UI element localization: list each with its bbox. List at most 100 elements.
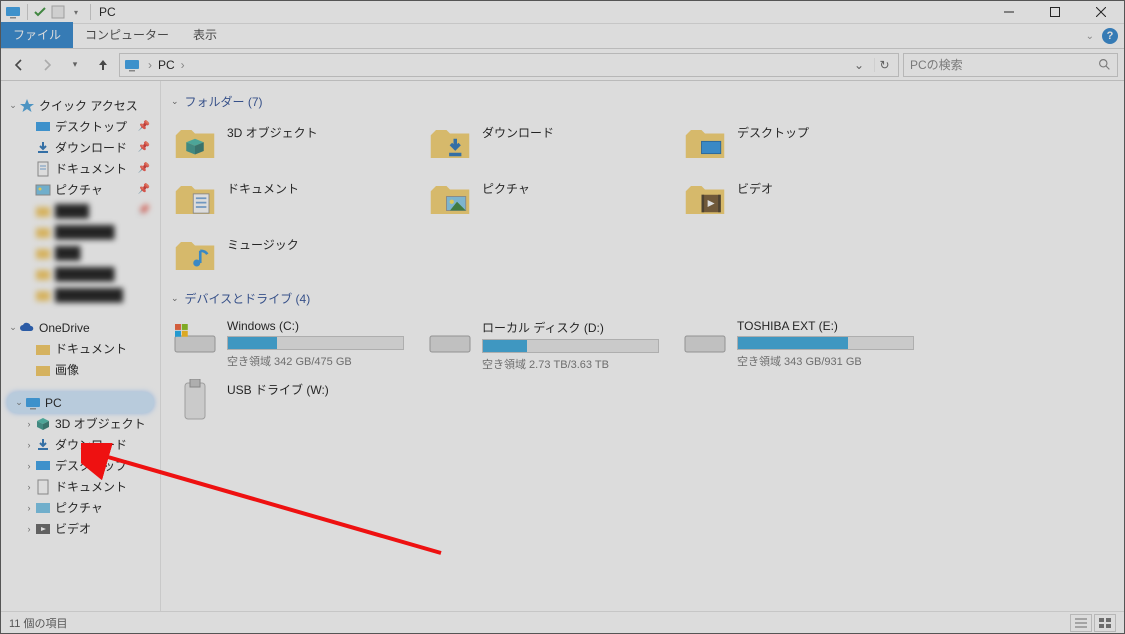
cloud-icon bbox=[19, 320, 35, 336]
up-button[interactable] bbox=[91, 53, 115, 77]
icons-view-button[interactable] bbox=[1094, 614, 1116, 632]
drive-c[interactable]: Windows (C:) 空き領域 342 GB/475 GB bbox=[167, 315, 422, 377]
tree-od-documents[interactable]: ドキュメント bbox=[1, 338, 160, 359]
usage-bar bbox=[227, 336, 404, 350]
tree-od-images[interactable]: 画像 bbox=[1, 359, 160, 380]
cube-icon bbox=[171, 120, 219, 168]
tree-pc-downloads[interactable]: ›ダウンロード bbox=[1, 434, 160, 455]
tree-quick-access[interactable]: ⌄ クイック アクセス bbox=[1, 95, 160, 116]
usage-bar bbox=[737, 336, 914, 350]
picture-icon bbox=[35, 182, 51, 198]
tree-item[interactable]: ████📌 bbox=[1, 200, 160, 221]
download-icon bbox=[35, 437, 51, 453]
tree-item[interactable]: ████████ bbox=[1, 284, 160, 305]
drive-e[interactable]: TOSHIBA EXT (E:) 空き領域 343 GB/931 GB bbox=[677, 315, 932, 377]
chevron-right-icon[interactable]: › bbox=[146, 58, 154, 72]
minimize-button[interactable] bbox=[986, 1, 1032, 24]
search-icon bbox=[1098, 58, 1111, 71]
item-count: 11 個の項目 bbox=[9, 615, 67, 631]
ribbon: ファイル コンピューター 表示 ⌄ ? bbox=[1, 24, 1124, 49]
help-icon[interactable]: ? bbox=[1102, 28, 1118, 44]
video-folder-icon bbox=[681, 176, 729, 224]
folders-grid: 3D オブジェクト ダウンロード デスクトップ ドキュメント ピクチャ ビデオ bbox=[167, 118, 1114, 286]
drive-w[interactable]: USB ドライブ (W:) bbox=[167, 377, 422, 439]
document-folder-icon bbox=[171, 176, 219, 224]
folder-videos[interactable]: ビデオ bbox=[677, 174, 932, 230]
folder-downloads[interactable]: ダウンロード bbox=[422, 118, 677, 174]
forward-button[interactable] bbox=[35, 53, 59, 77]
desktop-icon bbox=[35, 458, 51, 474]
qat-dropdown-icon[interactable]: ▾ bbox=[68, 4, 84, 20]
tree-pc-pictures[interactable]: ›ピクチャ bbox=[1, 497, 160, 518]
tree-pc-3d[interactable]: ›3D オブジェクト bbox=[1, 413, 160, 434]
pin-icon: 📌 bbox=[138, 121, 150, 132]
titlebar: ▾ PC bbox=[1, 1, 1124, 24]
breadcrumb-pc[interactable]: PC bbox=[154, 58, 179, 72]
content-pane: ⌄フォルダー (7) 3D オブジェクト ダウンロード デスクトップ ドキュメン… bbox=[161, 81, 1124, 613]
tree-desktop[interactable]: デスクトップ📌 bbox=[1, 116, 160, 137]
usb-drive-icon bbox=[171, 381, 219, 421]
folder-3d-objects[interactable]: 3D オブジェクト bbox=[167, 118, 422, 174]
desktop-icon bbox=[35, 119, 51, 135]
tree-label: クイック アクセス bbox=[39, 97, 138, 114]
tree-pc-videos[interactable]: ›ビデオ bbox=[1, 518, 160, 539]
folder-pictures[interactable]: ピクチャ bbox=[422, 174, 677, 230]
status-bar: 11 個の項目 bbox=[1, 611, 1124, 633]
picture-folder-icon bbox=[426, 176, 474, 224]
app-icon bbox=[5, 4, 21, 20]
music-folder-icon bbox=[171, 232, 219, 280]
drives-grid: Windows (C:) 空き領域 342 GB/475 GB ローカル ディス… bbox=[167, 315, 1114, 439]
desktop-folder-icon bbox=[681, 120, 729, 168]
folder-documents[interactable]: ドキュメント bbox=[167, 174, 422, 230]
close-button[interactable] bbox=[1078, 1, 1124, 24]
folder-icon bbox=[35, 362, 51, 378]
refresh-button[interactable]: ↻ bbox=[874, 58, 894, 72]
tab-file[interactable]: ファイル bbox=[1, 22, 73, 48]
window-title: PC bbox=[99, 5, 116, 19]
tab-view[interactable]: 表示 bbox=[181, 22, 229, 48]
tree-documents[interactable]: ドキュメント📌 bbox=[1, 158, 160, 179]
drive-icon bbox=[171, 319, 219, 359]
chevron-right-icon[interactable]: › bbox=[179, 58, 187, 72]
qat-save-icon[interactable] bbox=[32, 4, 48, 20]
group-drives[interactable]: ⌄デバイスとドライブ (4) bbox=[167, 286, 1114, 315]
maximize-button[interactable] bbox=[1032, 1, 1078, 24]
tree-pc-documents[interactable]: ›ドキュメント bbox=[1, 476, 160, 497]
tree-onedrive[interactable]: ⌄ OneDrive bbox=[1, 317, 160, 338]
tab-computer[interactable]: コンピューター bbox=[73, 22, 181, 48]
cube-icon bbox=[35, 416, 51, 432]
document-icon bbox=[35, 479, 51, 495]
group-folders[interactable]: ⌄フォルダー (7) bbox=[167, 89, 1114, 118]
tree-item[interactable]: ███ bbox=[1, 242, 160, 263]
tree-pictures[interactable]: ピクチャ📌 bbox=[1, 179, 160, 200]
ribbon-collapse-icon[interactable]: ⌄ bbox=[1086, 31, 1094, 42]
address-bar[interactable]: › PC › ⌄ ↻ bbox=[119, 53, 899, 77]
star-icon bbox=[19, 98, 35, 114]
tree-item[interactable]: ███████ bbox=[1, 263, 160, 284]
search-box[interactable]: PCの検索 bbox=[903, 53, 1118, 77]
download-icon bbox=[35, 140, 51, 156]
drive-icon bbox=[681, 319, 729, 359]
tree-item[interactable]: ███████ bbox=[1, 221, 160, 242]
document-icon bbox=[35, 161, 51, 177]
folder-icon bbox=[35, 341, 51, 357]
address-dropdown-icon[interactable]: ⌄ bbox=[848, 58, 870, 72]
tree-downloads[interactable]: ダウンロード📌 bbox=[1, 137, 160, 158]
drive-icon bbox=[426, 319, 474, 359]
drive-d[interactable]: ローカル ディスク (D:) 空き領域 2.73 TB/3.63 TB bbox=[422, 315, 677, 377]
picture-icon bbox=[35, 500, 51, 516]
pin-icon: 📌 bbox=[138, 163, 150, 174]
qat-properties-icon[interactable] bbox=[50, 4, 66, 20]
recent-locations-button[interactable]: ▾ bbox=[63, 53, 87, 77]
nav-tree: ⌄ クイック アクセス デスクトップ📌 ダウンロード📌 ドキュメント📌 ピクチャ… bbox=[1, 81, 161, 613]
pc-icon bbox=[25, 395, 41, 411]
tree-pc-desktop[interactable]: ›デスクトップ bbox=[1, 455, 160, 476]
pin-icon: 📌 bbox=[138, 184, 150, 195]
back-button[interactable] bbox=[7, 53, 31, 77]
usage-bar bbox=[482, 339, 659, 353]
tree-pc[interactable]: ⌄ PC bbox=[7, 392, 154, 413]
pin-icon: 📌 bbox=[138, 142, 150, 153]
folder-music[interactable]: ミュージック bbox=[167, 230, 422, 286]
folder-desktop[interactable]: デスクトップ bbox=[677, 118, 932, 174]
details-view-button[interactable] bbox=[1070, 614, 1092, 632]
